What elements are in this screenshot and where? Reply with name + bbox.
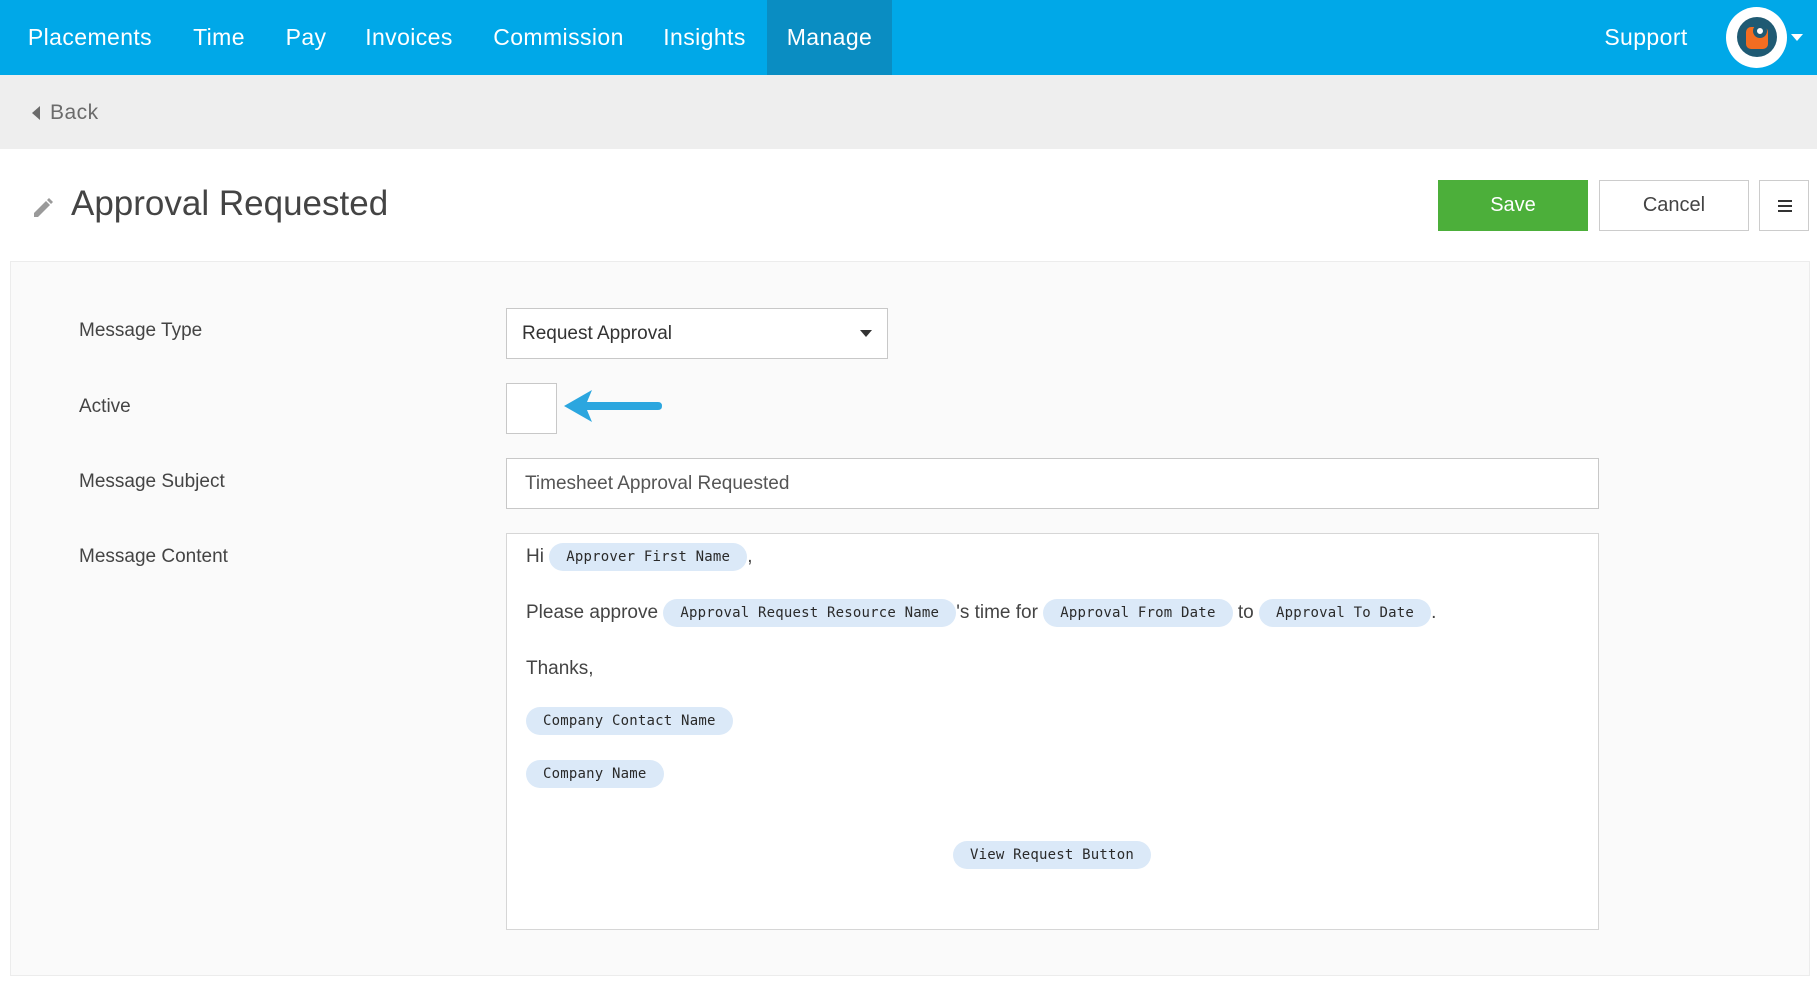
token-approver-first-name[interactable]: Approver First Name <box>549 543 748 571</box>
time-for-text: 's time for <box>956 602 1038 623</box>
message-content-label: Message Content <box>79 546 228 567</box>
content-line-company: Company Name <box>526 760 664 788</box>
menu-button[interactable] <box>1759 180 1809 231</box>
token-view-request-button[interactable]: View Request Button <box>953 841 1151 869</box>
nav-item-pay[interactable]: Pay <box>271 0 341 75</box>
caret-left-icon <box>32 106 40 120</box>
to-text: to <box>1237 602 1254 623</box>
arrow-left-icon <box>564 390 662 422</box>
nav-item-placements[interactable]: Placements <box>14 0 166 75</box>
chevron-down-icon <box>860 330 872 337</box>
chevron-down-icon[interactable] <box>1791 34 1803 41</box>
back-link[interactable]: Back <box>32 99 99 127</box>
content-line-greeting: Hi Approver First Name, <box>526 543 752 571</box>
nav-item-insights[interactable]: Insights <box>650 0 759 75</box>
hamburger-menu-icon <box>1778 200 1792 202</box>
active-label: Active <box>79 396 131 417</box>
pencil-icon[interactable] <box>31 196 55 220</box>
token-company-contact-name[interactable]: Company Contact Name <box>526 707 733 735</box>
message-type-value: Request Approval <box>522 323 672 344</box>
nav-item-invoices[interactable]: Invoices <box>353 0 465 75</box>
user-avatar-icon[interactable] <box>1726 7 1787 68</box>
message-subject-input[interactable] <box>506 458 1599 509</box>
page-title: Approval Requested <box>71 184 389 223</box>
greeting-text: Hi <box>526 546 544 567</box>
top-nav: Placements Time Pay Invoices Commission … <box>0 0 1817 75</box>
token-to-date[interactable]: Approval To Date <box>1259 599 1432 627</box>
message-type-select[interactable]: Request Approval <box>506 308 888 359</box>
please-approve-text: Please approve <box>526 602 659 623</box>
cancel-button[interactable]: Cancel <box>1599 180 1749 231</box>
token-resource-name[interactable]: Approval Request Resource Name <box>663 599 957 627</box>
back-bar: Back <box>0 75 1817 149</box>
content-line-approve: Please approve Approval Request Resource… <box>526 599 1436 627</box>
nav-support[interactable]: Support <box>1590 0 1702 75</box>
message-subject-label: Message Subject <box>79 471 225 492</box>
period-text: . <box>1431 602 1437 623</box>
content-line-contact: Company Contact Name <box>526 707 733 735</box>
message-content-editor[interactable]: Hi Approver First Name, Please approve A… <box>506 533 1599 930</box>
nav-item-time[interactable]: Time <box>180 0 258 75</box>
active-checkbox[interactable] <box>506 383 557 434</box>
token-from-date[interactable]: Approval From Date <box>1043 599 1233 627</box>
message-type-label: Message Type <box>79 320 203 341</box>
save-button[interactable]: Save <box>1438 180 1588 231</box>
content-line-thanks: Thanks, <box>526 658 594 680</box>
back-label: Back <box>50 101 99 124</box>
comma-text: , <box>747 546 753 567</box>
nav-item-manage[interactable]: Manage <box>767 0 892 75</box>
token-company-name[interactable]: Company Name <box>526 760 664 788</box>
nav-item-commission[interactable]: Commission <box>479 0 638 75</box>
thanks-text: Thanks, <box>526 658 594 679</box>
